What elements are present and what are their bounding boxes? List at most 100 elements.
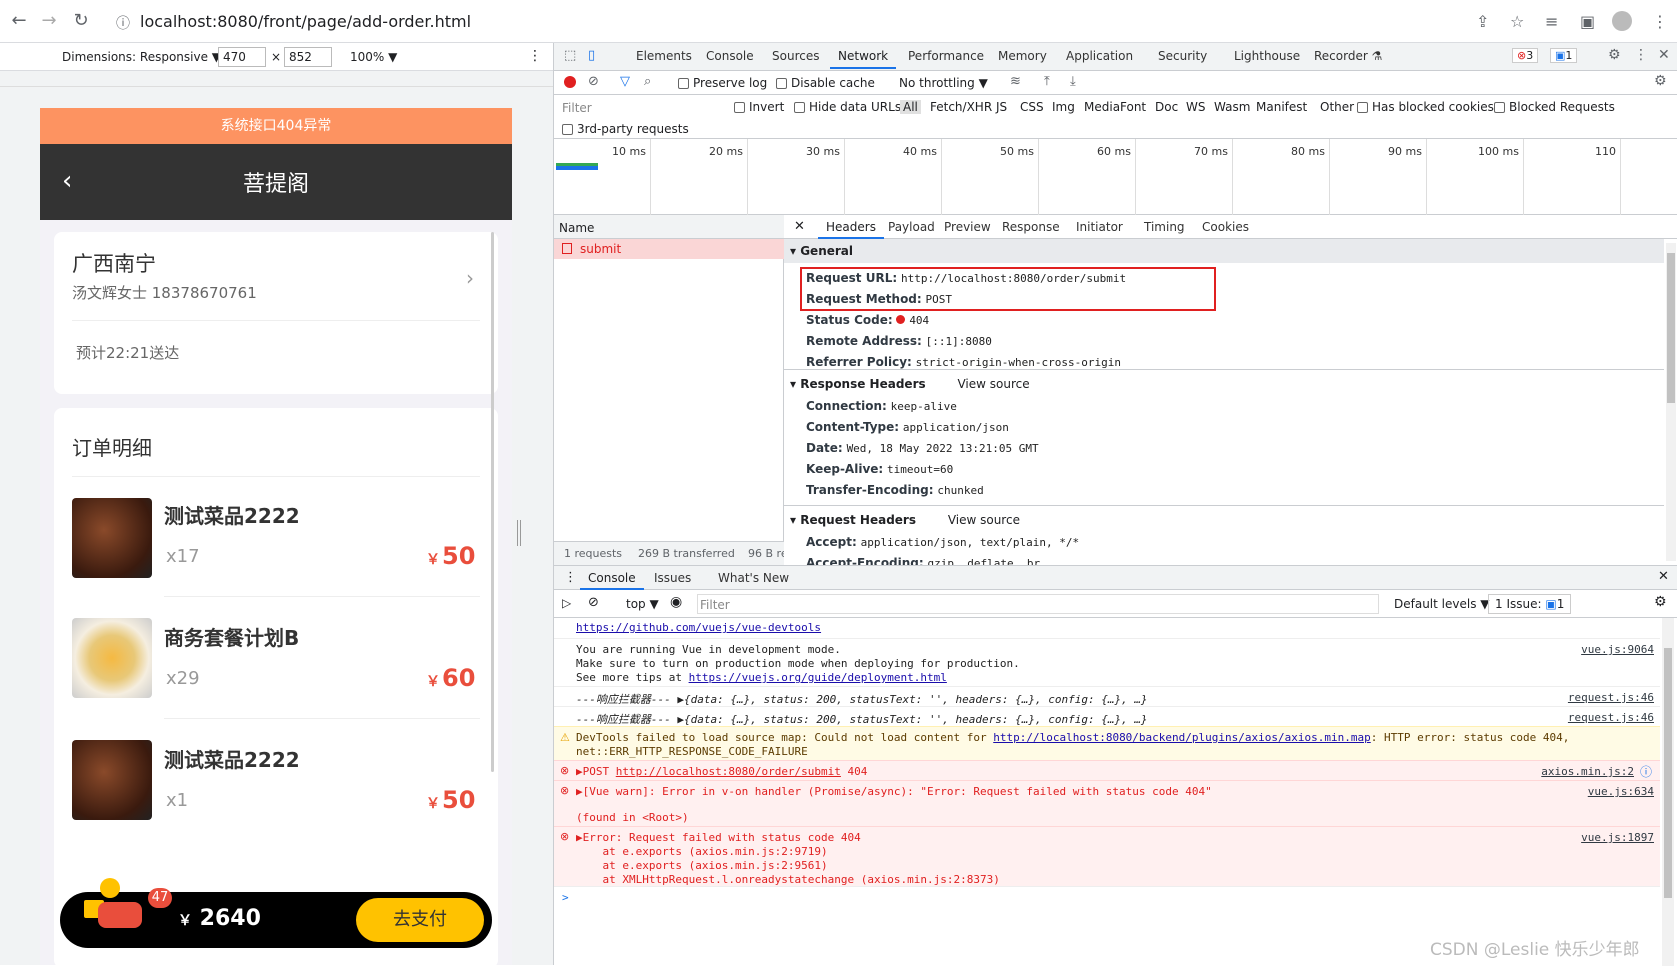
inspect-icon[interactable]: ⬚ (564, 48, 576, 63)
filter-icon[interactable]: ▽ (620, 74, 630, 89)
type-filter-all[interactable]: All (900, 100, 921, 114)
message-line[interactable]: ---响应拦截器--- ▶{data: {…}, status: 200, st… (576, 711, 1148, 727)
search-icon[interactable]: ⌕ (644, 74, 651, 89)
star-icon[interactable]: ☆ (1510, 12, 1524, 31)
media-icon[interactable]: ≡ (1545, 12, 1558, 31)
type-filter-wasm[interactable]: Wasm (1214, 100, 1250, 114)
error-counter[interactable]: ⊗3 (1512, 48, 1539, 63)
cart-mascot-icon[interactable] (78, 878, 144, 942)
profile-avatar[interactable] (1612, 11, 1632, 31)
stack-line[interactable]: at XMLHttpRequest.l.onreadystatechange (… (576, 873, 999, 886)
menu-icon[interactable]: ⋮ (1652, 12, 1668, 31)
view-source-link[interactable]: View source (948, 513, 1020, 527)
more-icon[interactable]: ⋮ (1634, 47, 1648, 63)
drawer-tab-whats-new[interactable]: What's New (710, 566, 797, 590)
scrollbar[interactable] (491, 232, 494, 772)
context-select[interactable]: top ▼ (626, 597, 659, 611)
source-link[interactable]: vue.js:9064 (1514, 643, 1654, 656)
drawer-tab-console[interactable]: Console (580, 566, 644, 590)
type-filter-img[interactable]: Img (1052, 100, 1075, 114)
close-drawer-icon[interactable]: ✕ (1658, 569, 1669, 584)
preserve-log-checkbox[interactable]: Preserve log (678, 76, 767, 90)
tab-cookies[interactable]: Cookies (1194, 215, 1257, 239)
blocked-cookies-checkbox[interactable]: Has blocked cookies (1357, 100, 1494, 114)
disable-cache-checkbox[interactable]: Disable cache (776, 76, 875, 90)
throttling-select[interactable]: No throttling ▼ (899, 76, 988, 90)
tab-initiator[interactable]: Initiator (1068, 215, 1131, 239)
detail-scrollbar[interactable] (1666, 243, 1676, 561)
network-request-icon[interactable]: ⓘ (1640, 763, 1652, 780)
zoom-select[interactable]: 100% ▼ (350, 50, 397, 64)
source-link[interactable]: request.js:46 (1514, 711, 1654, 724)
record-icon[interactable] (564, 76, 576, 88)
chevron-right-icon[interactable]: › (466, 266, 474, 290)
source-link[interactable]: vue.js:634 (1514, 785, 1654, 798)
tab-response[interactable]: Response (994, 215, 1068, 239)
network-filter-input[interactable]: Filter (560, 99, 710, 117)
tab-security[interactable]: Security (1150, 43, 1215, 69)
tab-payload[interactable]: Payload (880, 215, 943, 239)
tab-headers[interactable]: Headers (818, 215, 884, 239)
type-filter-media[interactable]: Media (1084, 100, 1120, 114)
type-filter-font[interactable]: Font (1120, 100, 1146, 114)
third-party-checkbox[interactable]: 3rd-party requests (562, 122, 689, 136)
timeline-overview[interactable]: 10 ms 20 ms 30 ms 40 ms 50 ms 60 ms 70 ms 80 ms… (554, 139, 1677, 215)
name-column-header[interactable]: Name (559, 221, 594, 235)
devtools-link[interactable]: https://github.com/vuejs/vue-devtools (576, 621, 821, 634)
type-filter-doc[interactable]: Doc (1155, 100, 1178, 114)
console-filter-input[interactable]: Filter (697, 594, 1379, 614)
type-filter-css[interactable]: CSS (1020, 100, 1044, 114)
tab-sources[interactable]: Sources (764, 43, 827, 69)
tab-lighthouse[interactable]: Lighthouse (1226, 43, 1308, 69)
settings-gear-icon[interactable]: ⚙ (1608, 47, 1621, 63)
type-filter-manifest[interactable]: Manifest (1256, 100, 1307, 114)
clear-icon[interactable]: ⊘ (588, 74, 599, 89)
message-line[interactable]: ▶POST http://localhost:8080/order/submit… (576, 765, 867, 778)
log-levels-select[interactable]: Default levels ▼ (1394, 597, 1490, 611)
address-card[interactable]: 广西南宁 汤文辉女士 18378670761 › 预计22:21送达 (54, 232, 498, 394)
height-input[interactable]: 852 (284, 47, 332, 67)
request-headers-header[interactable]: ▾ Request Headers View source (790, 513, 1090, 527)
sidepanel-icon[interactable]: ▣ (1580, 12, 1595, 31)
reload-icon[interactable]: ↻ (70, 10, 92, 31)
deployment-link[interactable]: https://vuejs.org/guide/deployment.html (689, 671, 947, 684)
close-icon[interactable]: ✕ (1658, 47, 1670, 63)
source-link[interactable]: request.js:46 (1514, 691, 1654, 704)
type-filter-js[interactable]: JS (996, 100, 1007, 114)
tab-recorder[interactable]: Recorder ⚗ (1306, 43, 1390, 69)
tab-application[interactable]: Application (1058, 43, 1141, 69)
forward-arrow-icon[interactable]: → (38, 10, 60, 31)
drawer-tab-issues[interactable]: Issues (646, 566, 699, 590)
console-scrollbar[interactable] (1662, 618, 1674, 966)
tab-network[interactable]: Network (830, 43, 897, 69)
message-line[interactable]: ---响应拦截器--- ▶{data: {…}, status: 200, st… (576, 691, 1148, 707)
resize-handle[interactable] (517, 520, 521, 546)
tab-timing[interactable]: Timing (1136, 215, 1193, 239)
type-filter-fetch[interactable]: Fetch/XHR (930, 100, 992, 114)
dimensions-select[interactable]: Dimensions: Responsive ▼ (62, 50, 221, 64)
message-line[interactable]: ▶Error: Request failed with status code … (576, 831, 861, 844)
eye-icon[interactable]: ◉ (670, 594, 682, 610)
tab-preview[interactable]: Preview (936, 215, 999, 239)
back-arrow-icon[interactable]: ← (8, 10, 30, 31)
issues-counter[interactable]: 1 Issue: ▣1 (1488, 594, 1572, 614)
source-link[interactable]: axios.min.js:2 (1494, 765, 1634, 778)
invert-checkbox[interactable]: Invert (734, 100, 784, 114)
message-line[interactable]: ▶[Vue warn]: Error in v-on handler (Prom… (576, 785, 1212, 798)
more-icon[interactable]: ⋮ (528, 48, 542, 64)
hide-data-urls-checkbox[interactable]: Hide data URLs (794, 100, 901, 114)
tab-performance[interactable]: Performance (900, 43, 992, 69)
general-section-header[interactable]: ▾ General (784, 239, 1664, 263)
type-filter-other[interactable]: Other (1320, 100, 1354, 114)
view-source-link[interactable]: View source (957, 377, 1029, 391)
close-detail-icon[interactable]: ✕ (794, 219, 805, 234)
type-filter-ws[interactable]: WS (1186, 100, 1205, 114)
stack-line[interactable]: at e.exports (axios.min.js:2:9561) (576, 859, 827, 872)
network-settings-icon[interactable]: ⚙ (1654, 73, 1667, 89)
drawer-menu-icon[interactable]: ⋮ (564, 570, 577, 585)
console-settings-icon[interactable]: ⚙ (1654, 594, 1667, 610)
upload-icon[interactable]: ⤒ (1044, 74, 1050, 89)
tab-elements[interactable]: Elements (628, 43, 700, 69)
pay-button[interactable]: 去支付 (356, 898, 484, 942)
wifi-icon[interactable]: ≋ (1010, 74, 1021, 89)
